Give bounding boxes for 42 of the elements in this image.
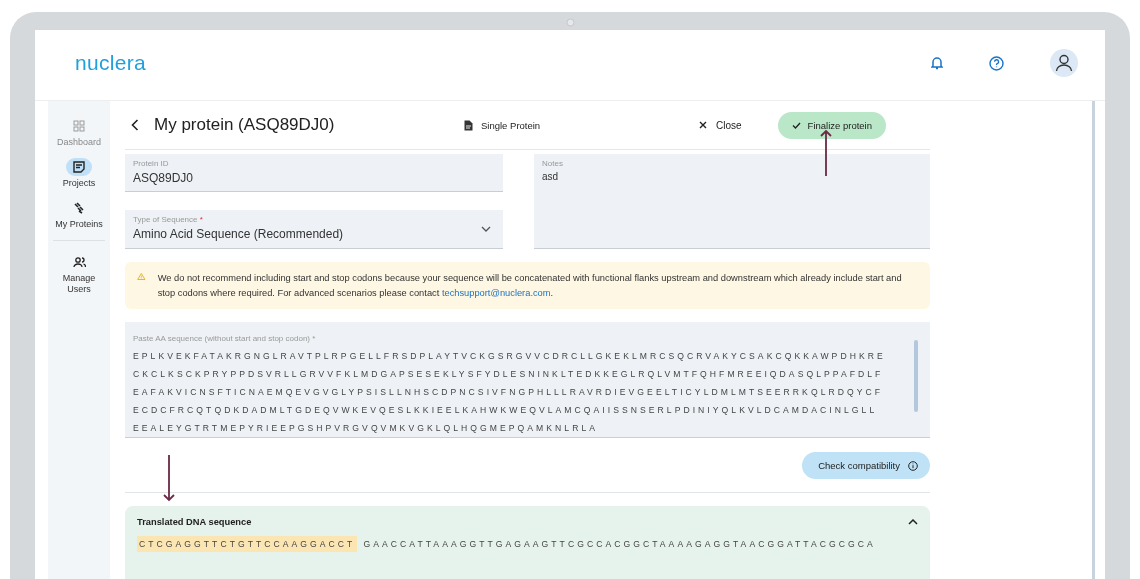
close-icon <box>699 121 707 129</box>
avatar-icon[interactable] <box>1050 49 1078 77</box>
check-icon <box>791 121 801 129</box>
finalize-button[interactable]: Finalize protein <box>777 111 886 139</box>
highlighted-sequence: CTCGAGGTTCTGTTCCAAGGACCT <box>137 536 358 552</box>
sidebar-item[interactable]: Dashboard <box>54 117 104 148</box>
sequence-line: ECDCFRCQTQDKDADMLTGDEQVWKEVQESLKKIEELKAHWKWEQVLAMCQAIISSNSERLPDINIYQLKVLDCAMDACINLGLL <box>133 404 879 417</box>
aa-sequence-field[interactable]: Paste AA sequence (without start and stop codon) * EPLKVEKFATAKRGNGLRAVTPLRPGELLFRSDPLAYTVCKGSRGVVCDRCLLGKEKLMRCSQCRVAKYCSAKCQKKAWPDHKRE CKCLKSCKPRYPPDSVRLLGRVVFKLMDGAPSESEKLYSFYDLESNINKLTEDKKEGLRQLVMTFQHFMREEIQDASQLPPAFDLF EAFAKVICNSFTICNAEMQEVGVGLYPSISLLNHSCDPNCSIVFNGPHLLLRAVRDIEVGEELTICYLDMLMTSEERRKQLRDQYCF ECDCFRCQTQDKDADMLTGDEQVWKEVQESLKKIEELKAHWKWEQVLAMCQAIISSNSERLPDINIYQLKVLDCAMDACINLGLL EEALEYGTRTMEPYRIEEPGSHPVRGVQVMKVGKLQLHQGMEPQAMKNLRLA <box>125 322 930 438</box>
notes-field[interactable]: Notes asd <box>534 154 930 249</box>
info-icon <box>908 460 918 471</box>
users-icon <box>72 256 86 268</box>
panel-title: Translated DNA sequence <box>137 517 252 527</box>
sidebar-item[interactable]: Projects <box>54 158 104 189</box>
sequence-line: EAFAKVICNSFTICNAEMQEVGVGLYPSISLLNHSCDPNCSIVFNGPHLLLRAVRDIEVGEELTICYLDMLMTSEERRKQLRDQYCF <box>133 386 885 399</box>
note-icon <box>73 161 85 173</box>
page-title: My protein (ASQ89DJ0) <box>154 115 336 135</box>
sidebar-item[interactable]: Manage Users <box>53 240 105 295</box>
protein-id-field[interactable]: Protein ID ASQ89DJ0 <box>125 154 503 192</box>
sequence-line: CKCLKSCKPRYPPDSVRLLGRVVFKLMDGAPSESEKLYSFYDLESNINKLTEDKKEGLRQLVMTFQHFMREEIQDASQLPPAFDLF <box>133 368 885 381</box>
annotation-arrow <box>820 129 832 177</box>
document-icon <box>464 119 473 131</box>
chevron-down-icon <box>481 226 491 232</box>
scrollbar[interactable] <box>914 340 918 412</box>
close-button[interactable]: Close <box>699 119 742 131</box>
check-compatibility-button[interactable]: Check compatibility <box>802 452 930 479</box>
warning-text: We do not recommend including start and stop codons because your sequence will be concatenated with functional flanks upstream and downstream which already include start and stop codons where required. For advanced scenarios please contact techsupport@nuclera.com. <box>157 272 903 300</box>
annotation-arrow <box>163 454 175 502</box>
bell-icon[interactable] <box>931 56 943 70</box>
sequence-line: EEALEYGTRTMEPYRIEEPGSHPVRGVQVMKVGKLQLHQGMEPQAMKNLRLA <box>133 422 600 435</box>
sequence-line: GAACCATTAAAGGTTGAGAAGTTCGCCACGGCTAAAAGAGGTAACGGATTACGCGCA <box>363 538 876 551</box>
sequence-type-dropdown[interactable]: Type of Sequence * Amino Acid Sequence (Recommended) <box>125 210 503 249</box>
help-icon[interactable] <box>989 55 1004 71</box>
sequence-line: EPLKVEKFATAKRGNGLRAVTPLRPGELLFRSDPLAYTVCKGSRGVVCDRCLLGKEKLMRCSQCRVAKYCSAKCQKKAWPDHKRE <box>133 350 887 363</box>
grid-icon <box>73 120 85 132</box>
back-icon[interactable] <box>131 119 139 131</box>
warning-icon <box>137 271 146 282</box>
mode-label: Single Protein <box>481 119 541 131</box>
chevron-icon[interactable] <box>908 519 918 525</box>
protein-icon <box>73 202 85 214</box>
support-email-link[interactable]: techsupport@nuclera.com <box>441 288 551 298</box>
camera-icon <box>565 17 575 27</box>
sidebar-item[interactable]: My Proteins <box>54 199 104 230</box>
